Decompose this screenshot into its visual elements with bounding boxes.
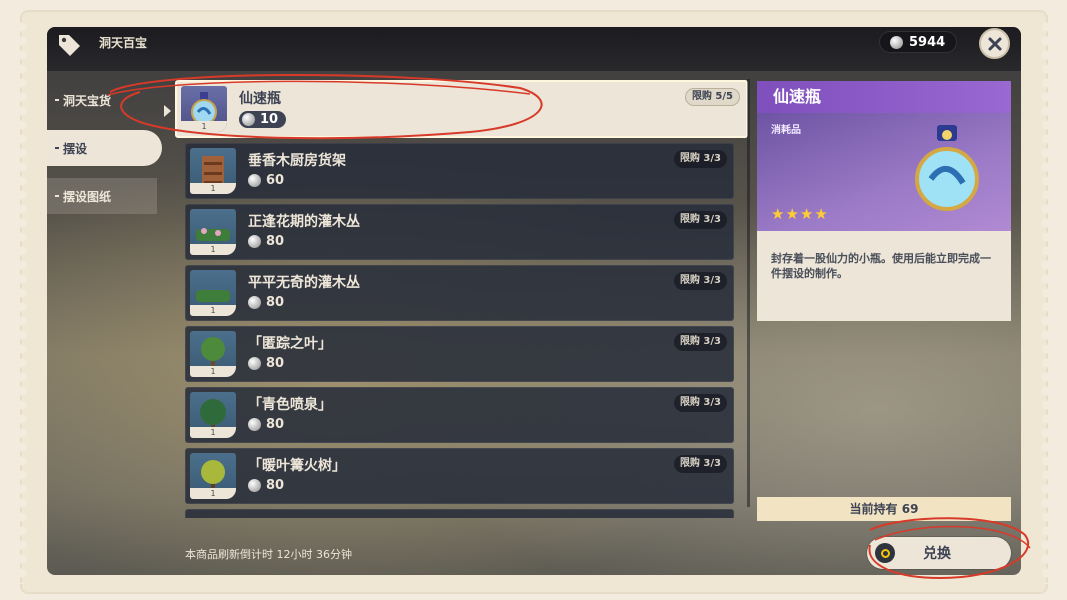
item-name: 垂香木厨房货架 <box>248 153 346 169</box>
owned-count: 当前持有 69 <box>757 497 1011 521</box>
item-name: 「暖叶篝火树」 <box>248 458 346 474</box>
list-item-partial[interactable] <box>185 509 734 518</box>
coin-icon <box>242 113 255 126</box>
item-price-value: 80 <box>266 295 285 310</box>
item-name: 仙速瓶 <box>239 91 281 107</box>
sidebar: 洞天宝货 摆设 摆设图纸 <box>47 82 162 226</box>
sidebar-item-treasures[interactable]: 洞天宝货 <box>47 82 162 118</box>
purchase-limit: 限购 3/3 <box>673 211 727 229</box>
coin-icon <box>248 418 261 431</box>
refresh-countdown: 本商品刷新倒计时 12小时 36分钟 <box>185 548 352 561</box>
item-quantity: 1 <box>190 427 236 438</box>
item-price: 80 <box>248 417 284 432</box>
exchange-label: 兑换 <box>923 546 951 562</box>
detail-art: 消耗品 ★★★★ <box>757 113 1011 231</box>
list-item[interactable]: 1 「青色喷泉」 80 限购 3/3 <box>185 387 734 443</box>
item-price-value: 80 <box>266 417 285 432</box>
item-quantity: 1 <box>181 121 227 132</box>
item-name: 「青色喷泉」 <box>248 397 332 413</box>
close-icon <box>988 37 1001 50</box>
dash-icon <box>55 195 59 197</box>
list-item[interactable]: 1 「暖叶篝火树」 80 限购 3/3 <box>185 448 734 504</box>
list-item[interactable]: 1 垂香木厨房货架 60 限购 3/3 <box>185 143 734 199</box>
shelf-icon: 1 <box>190 148 236 194</box>
list-item[interactable]: 1 平平无奇的灌木丛 80 限购 3/3 <box>185 265 734 321</box>
selection-arrow-icon <box>164 105 171 117</box>
item-name: 「匿踪之叶」 <box>248 336 332 352</box>
close-button[interactable] <box>979 28 1010 59</box>
rarity-stars: ★★★★ <box>771 205 829 223</box>
shop-title: 洞天百宝 <box>99 36 148 50</box>
exchange-button[interactable]: 兑换 <box>867 537 1011 569</box>
detail-description: 封存着一股仙力的小瓶。使用后能立即完成一件摆设的制作。 <box>757 231 1011 321</box>
detail-title: 仙速瓶 <box>757 81 1011 113</box>
sidebar-item-blueprints[interactable]: 摆设图纸 <box>47 178 157 214</box>
item-name: 平平无奇的灌木丛 <box>248 275 360 291</box>
purchase-limit: 限购 3/3 <box>673 272 727 290</box>
item-price-value: 80 <box>266 234 285 249</box>
item-quantity: 1 <box>190 183 236 194</box>
currency-display: 5944 <box>879 31 957 53</box>
item-quantity: 1 <box>190 244 236 255</box>
top-bar: 洞天百宝 5944 <box>47 27 1021 71</box>
item-price: 10 <box>239 111 287 128</box>
list-item[interactable]: 1 正逢花期的灌木丛 80 限购 3/3 <box>185 204 734 260</box>
purchase-limit: 限购 3/3 <box>673 333 727 351</box>
item-quantity: 1 <box>190 488 236 499</box>
item-price: 60 <box>248 173 284 188</box>
coin-icon <box>890 35 903 49</box>
item-quantity: 1 <box>190 305 236 316</box>
detail-panel: 仙速瓶 消耗品 ★★★★ 封存着一股仙力的小瓶。使用后能立即完成一件摆设的制作。 <box>757 81 1011 321</box>
bush-icon: 1 <box>190 270 236 316</box>
coin-icon <box>248 479 261 492</box>
shop-tag-icon <box>55 31 83 59</box>
item-name: 正逢花期的灌木丛 <box>248 214 360 230</box>
item-price-value: 10 <box>260 112 279 127</box>
currency-amount: 5944 <box>909 34 946 50</box>
bush-icon: 1 <box>190 209 236 255</box>
tree-icon: 1 <box>190 453 236 499</box>
confirm-circle-icon <box>875 543 895 563</box>
dash-icon <box>55 99 59 101</box>
purchase-limit: 限购 5/5 <box>684 88 740 106</box>
sidebar-item-label: 摆设图纸 <box>63 189 112 204</box>
item-price: 80 <box>248 295 284 310</box>
potion-icon: 1 <box>181 86 227 132</box>
list-scrollbar[interactable] <box>747 79 750 507</box>
list-item-selected[interactable]: 1 仙速瓶 10 限购 5/5 <box>175 80 748 138</box>
sidebar-item-label: 摆设 <box>63 141 88 156</box>
potion-icon <box>915 125 979 211</box>
dash-icon <box>55 147 59 149</box>
coin-icon <box>248 174 261 187</box>
tree-icon: 1 <box>190 392 236 438</box>
detail-type: 消耗品 <box>771 125 801 136</box>
tree-icon: 1 <box>190 331 236 377</box>
sidebar-item-label: 洞天宝货 <box>63 93 112 108</box>
purchase-limit: 限购 3/3 <box>673 394 727 412</box>
sidebar-item-furnishings[interactable]: 摆设 <box>47 130 162 166</box>
coin-icon <box>248 296 261 309</box>
item-price-value: 80 <box>266 356 285 371</box>
coin-icon <box>248 235 261 248</box>
list-item[interactable]: 1 「匿踪之叶」 80 限购 3/3 <box>185 326 734 382</box>
item-list[interactable]: 1 仙速瓶 10 限购 5/5 1 垂香木厨房货架 60 限购 3/3 1 正逢… <box>175 80 751 518</box>
item-quantity: 1 <box>190 366 236 377</box>
item-price: 80 <box>248 234 284 249</box>
coin-icon <box>248 357 261 370</box>
purchase-limit: 限购 3/3 <box>673 455 727 473</box>
item-price-value: 60 <box>266 173 285 188</box>
shop-screen: 洞天百宝 5944 洞天宝货 摆设 摆设图纸 1 仙速瓶 10 限购 5/5 1… <box>47 27 1021 575</box>
item-price-value: 80 <box>266 478 285 493</box>
item-price: 80 <box>248 478 284 493</box>
purchase-limit: 限购 3/3 <box>673 150 727 168</box>
item-price: 80 <box>248 356 284 371</box>
